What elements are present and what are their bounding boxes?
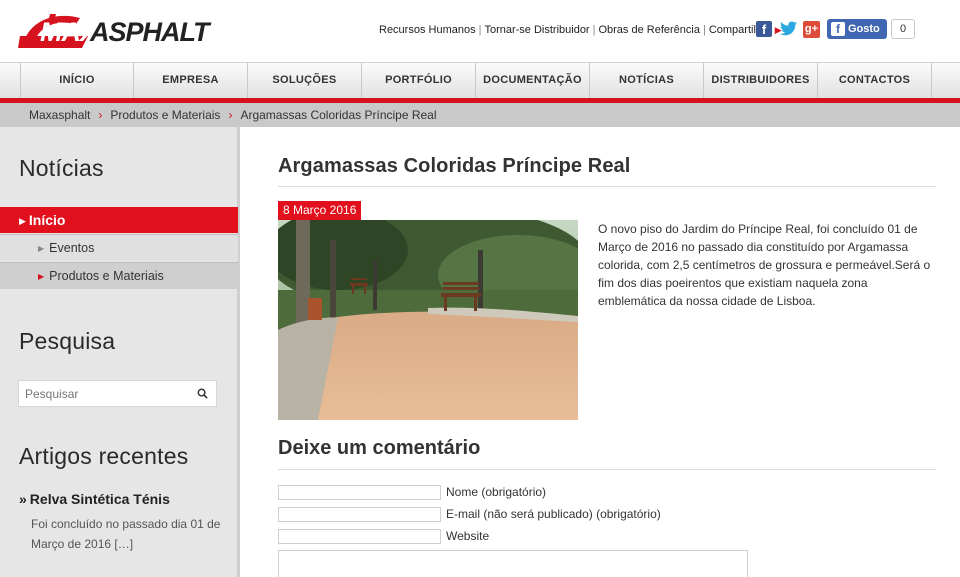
search-icon[interactable] <box>197 388 208 399</box>
breadcrumb-current: Argamassas Coloridas Príncipe Real <box>240 108 437 122</box>
name-field-row: Nome (obrigatório) <box>278 485 938 501</box>
post-date-badge: 8 Março 2016 <box>278 201 362 220</box>
sidebar: Notícias ▶ Início ▶ Eventos ▶ Produtos e Ma… <box>0 127 240 577</box>
google-plus-icon[interactable]: g+ <box>803 21 820 38</box>
website-input[interactable] <box>278 529 441 544</box>
name-input[interactable] <box>278 485 441 500</box>
facebook-icon[interactable]: f <box>756 21 772 37</box>
facebook-like-button[interactable]: f Gosto <box>827 19 887 39</box>
post-image[interactable] <box>278 220 578 420</box>
nav-distribuidores[interactable]: DISTRIBUIDORES <box>704 63 818 98</box>
link-obras-referencia[interactable]: Obras de Referência <box>598 24 700 36</box>
top-links: Recursos Humanos | Tornar-se Distribuidor |… <box>379 24 782 36</box>
search-input[interactable] <box>19 381 189 406</box>
recent-post-excerpt: Foi concluído no passado dia 01 de Março… <box>31 517 221 551</box>
sidebar-item-produtos[interactable]: ▶ Produtos e Materiais <box>0 262 238 289</box>
name-label: Nome (obrigatório) <box>446 485 547 499</box>
breadcrumb: Maxasphalt › Produtos e Materiais › Argamass… <box>0 103 960 127</box>
nav-noticias[interactable]: NOTÍCIAS <box>590 63 704 98</box>
nav-documentacao[interactable]: DOCUMENTAÇÃO <box>476 63 590 98</box>
logo-asphalt-text: ASPHALT <box>90 17 209 47</box>
divider <box>278 469 936 470</box>
comment-textarea[interactable] <box>278 550 748 577</box>
email-label: E-mail (não será publicado) (obrigatório… <box>446 507 661 521</box>
email-field-row: E-mail (não será publicado) (obrigatório… <box>278 507 938 523</box>
caret-right-icon: ▶ <box>38 244 45 253</box>
nav-inicio[interactable]: INÍCIO <box>20 63 134 98</box>
sidebar-item-label: Produtos e Materiais <box>49 269 164 283</box>
breadcrumb-home[interactable]: Maxasphalt <box>29 108 90 122</box>
recent-post-title: Relva Sintética Ténis <box>29 491 170 507</box>
breadcrumb-category[interactable]: Produtos e Materiais <box>110 108 220 122</box>
nav-solucoes[interactable]: SOLUÇÕES <box>248 63 362 98</box>
site-header: MAX ASPHALT Recursos Humanos | Tornar-se D… <box>0 0 960 62</box>
double-chevron-icon: » <box>19 491 27 507</box>
sidebar-news-title: Notícias <box>19 155 104 181</box>
website-field-row: Website <box>278 529 938 545</box>
sidebar-search-title: Pesquisa <box>19 328 116 354</box>
nav-empresa[interactable]: EMPRESA <box>134 63 248 98</box>
caret-right-icon: ▶ <box>19 216 26 226</box>
sidebar-item-eventos[interactable]: ▶ Eventos <box>0 234 238 261</box>
sidebar-item-label: Início <box>28 212 66 228</box>
search-box <box>18 380 217 407</box>
nav-portfolio[interactable]: PORTFÓLIO <box>362 63 476 98</box>
facebook-f-icon: f <box>831 22 845 36</box>
breadcrumb-separator-icon: › <box>98 108 103 122</box>
page-title: Argamassas Coloridas Príncipe Real <box>278 155 631 177</box>
divider <box>278 186 936 187</box>
like-count: 0 <box>891 19 915 39</box>
sidebar-recent-title: Artigos recentes <box>19 443 189 469</box>
nav-contactos[interactable]: CONTACTOS <box>818 63 932 98</box>
comment-section-title: Deixe um comentário <box>278 437 481 459</box>
main-nav: INÍCIO EMPRESA SOLUÇÕES PORTFÓLIO DOCUME… <box>0 62 960 98</box>
recent-post-link[interactable]: » Relva Sintética Ténis <box>19 491 170 507</box>
maxasphalt-logo[interactable]: MAX ASPHALT <box>18 12 209 52</box>
sidebar-item-label: Eventos <box>49 241 95 255</box>
post-body: O novo piso do Jardim do Príncipe Real, … <box>598 222 931 308</box>
caret-right-icon: ▶ <box>38 272 45 281</box>
breadcrumb-separator-icon: › <box>228 108 233 122</box>
link-tornar-distribuidor[interactable]: Tornar-se Distribuidor <box>484 24 589 36</box>
email-input[interactable] <box>278 507 441 522</box>
twitter-icon[interactable] <box>780 21 797 37</box>
logo-max-text: MAX <box>40 17 98 47</box>
sidebar-item-inicio[interactable]: ▶ Início <box>0 207 238 233</box>
like-label: Gosto <box>848 23 880 35</box>
website-label: Website <box>446 529 490 543</box>
link-recursos-humanos[interactable]: Recursos Humanos <box>379 24 476 36</box>
